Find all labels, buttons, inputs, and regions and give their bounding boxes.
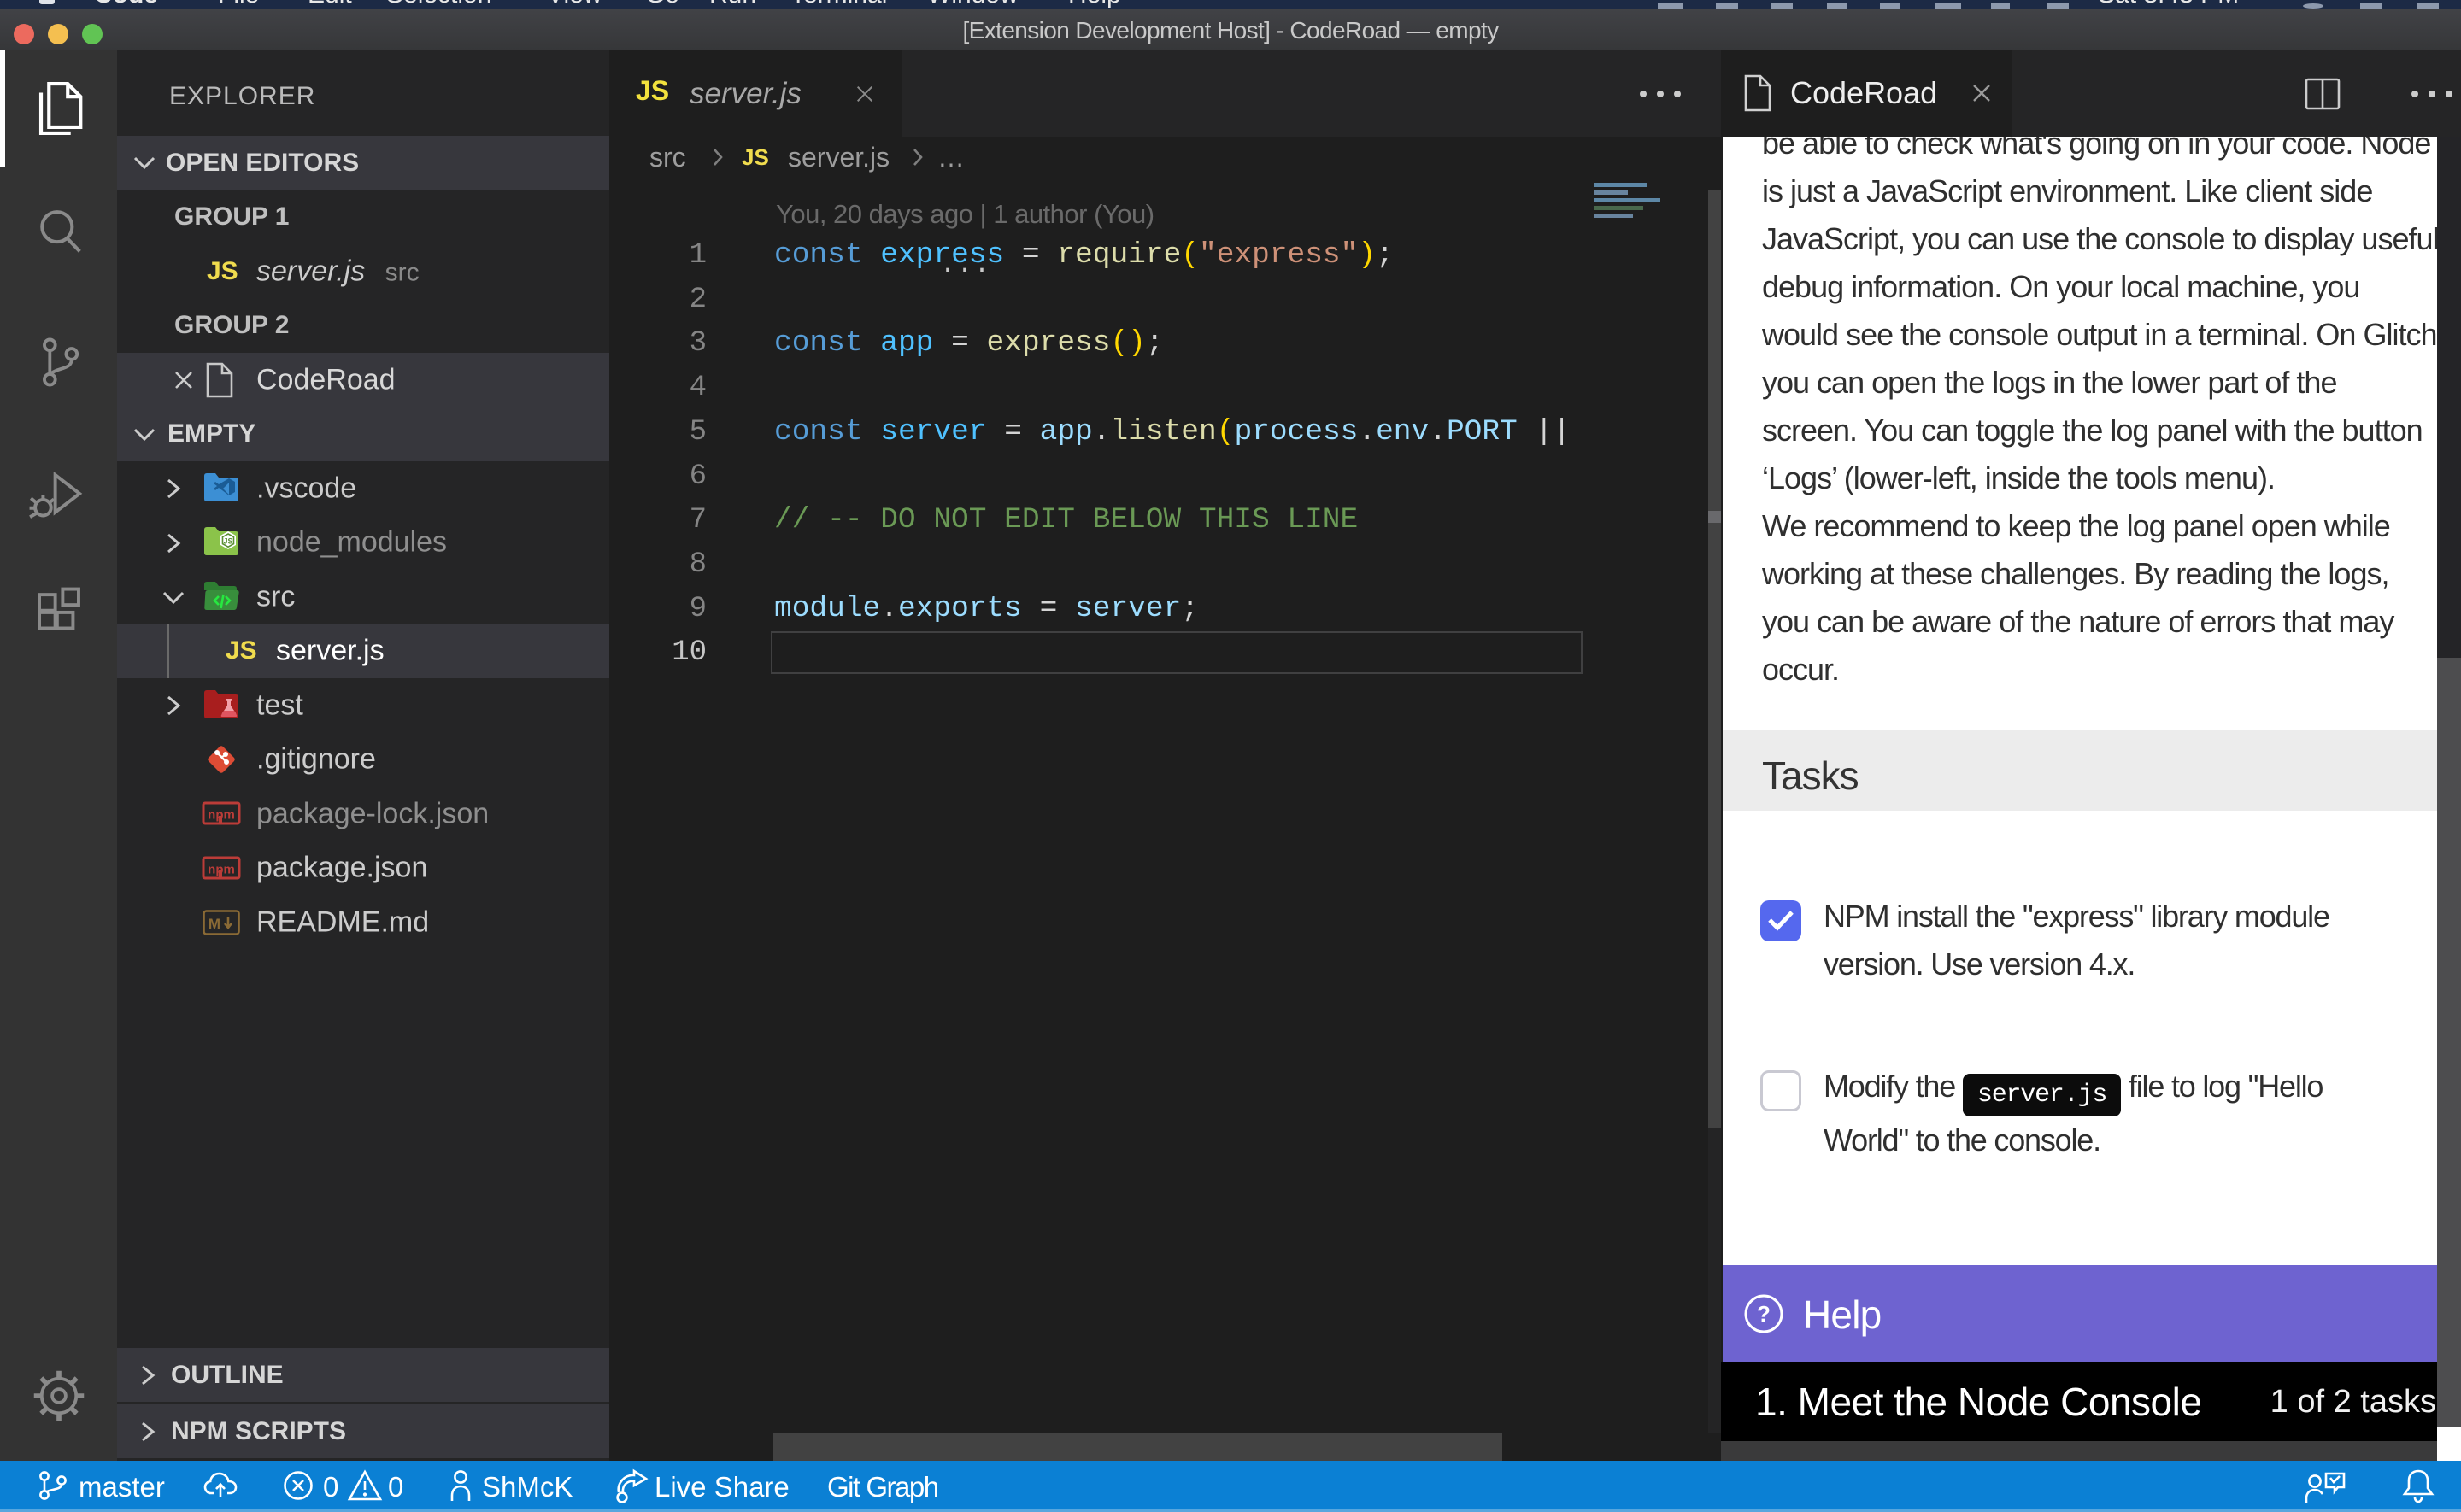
svg-text:?: ? bbox=[1757, 1301, 1771, 1327]
svg-text:JS: JS bbox=[223, 537, 232, 546]
svg-text:M: M bbox=[209, 916, 220, 932]
